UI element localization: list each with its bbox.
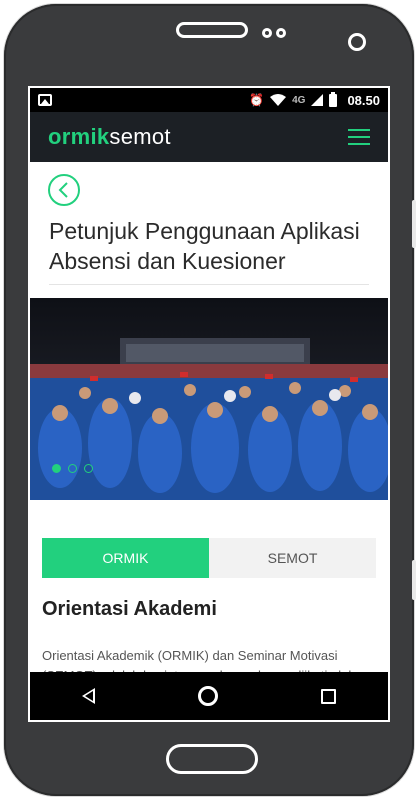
- brand-part-ormik: ormik: [48, 124, 110, 149]
- section-title: Orientasi Akademi: [42, 598, 217, 620]
- front-camera-icon: [348, 33, 366, 51]
- sensor-icon: [262, 28, 272, 38]
- title-divider: [49, 284, 369, 285]
- page-title: Petunjuk Penggunaan Aplikasi Absensi dan…: [49, 218, 360, 274]
- carousel-indicators: [52, 464, 93, 473]
- brand-part-semot: semot: [109, 124, 171, 149]
- volume-side-button: [412, 560, 416, 600]
- gallery-icon: [38, 94, 52, 106]
- battery-icon: [329, 91, 338, 107]
- alarm-icon: ⏰: [249, 93, 265, 107]
- wifi-icon: [270, 94, 287, 106]
- clock: 08.50: [347, 92, 380, 108]
- hamburger-icon[interactable]: [348, 129, 370, 145]
- status-bar: ⏰ 4G 08.50: [30, 88, 388, 112]
- carousel-dot[interactable]: [68, 464, 77, 473]
- tab-bar: ORMIK SEMOT: [42, 538, 376, 578]
- system-nav-bar: [30, 672, 388, 720]
- carousel-dot[interactable]: [84, 464, 93, 473]
- recent-apps-icon[interactable]: [321, 688, 337, 704]
- device-screen: ⏰ 4G 08.50 ormiksemot Petunjuk Penggunaa…: [28, 86, 390, 722]
- network-type: 4G: [292, 94, 306, 106]
- hardware-home-button[interactable]: [166, 744, 258, 774]
- carousel-dot[interactable]: [52, 464, 61, 473]
- chevron-left-icon: [58, 182, 68, 198]
- back-button[interactable]: [48, 174, 80, 206]
- earpiece-speaker: [176, 22, 248, 38]
- signal-icon: [311, 94, 324, 106]
- home-nav-icon[interactable]: [197, 686, 218, 706]
- hero-carousel[interactable]: [30, 298, 388, 500]
- back-nav-icon[interactable]: [81, 688, 95, 704]
- sensor-icon: [276, 28, 286, 38]
- tab-ormik[interactable]: ORMIK: [42, 538, 209, 578]
- brand-logo[interactable]: ormiksemot: [48, 124, 348, 150]
- app-header: ormiksemot: [30, 112, 388, 162]
- tab-semot[interactable]: SEMOT: [209, 538, 376, 578]
- power-side-button: [412, 200, 416, 248]
